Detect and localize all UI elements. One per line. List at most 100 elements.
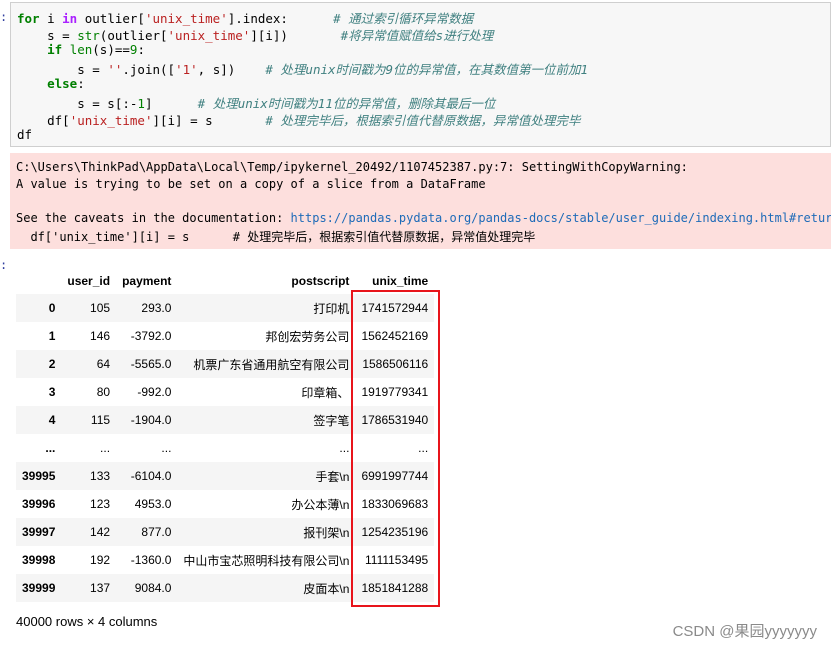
code-token: 'unix_time': [167, 28, 251, 43]
code-cell[interactable]: for i in outlier['unix_time'].index: # 通…: [10, 2, 831, 147]
code-line: if len(s)==9:: [17, 42, 145, 57]
table-cell: 邦创宏劳务公司: [265, 329, 350, 344]
code-token: .join([: [122, 62, 176, 77]
table-cell: -992.0: [137, 385, 172, 399]
warning-doc-line: See the caveats in the documentation: ht…: [16, 211, 831, 225]
table-cell: 印章箱、: [301, 385, 350, 400]
table-cell: 142: [90, 525, 111, 539]
table-cell: 133: [90, 469, 111, 483]
code-token: #将异常值赋值给s进行处理: [340, 28, 494, 43]
table-row: 39999 137 9084.0 皮面本\n 1851841288: [16, 574, 435, 602]
table-cell: 115: [90, 413, 111, 427]
table-cell: ...: [418, 441, 429, 455]
code-token: str: [77, 28, 100, 43]
warning-output: C:\Users\ThinkPad\AppData\Local\Temp/ipy…: [10, 153, 831, 249]
row-index: 1: [48, 329, 56, 343]
warning-doc-prefix: See the caveats in the documentation:: [16, 211, 291, 225]
table-cell: 877.0: [141, 525, 172, 539]
row-index: 39996: [22, 497, 56, 511]
code-token: else: [47, 76, 78, 91]
code-token: # 处理unix时间戳为11位的异常值，删除其最后一位: [197, 96, 496, 111]
table-cell: 报刊架\n: [303, 525, 350, 540]
table-cell: 1741572944: [361, 301, 429, 315]
code-token: ].index:: [227, 11, 334, 26]
index-header: [16, 268, 61, 294]
code-token: s = s[:-: [17, 96, 138, 111]
code-token: , s]): [197, 62, 266, 77]
table-row: 39997 142 877.0 报刊架\n 1254235196: [16, 518, 435, 546]
code-token: :: [137, 42, 145, 57]
table-cell: -1360.0: [130, 553, 172, 567]
code-token: # 通过索引循环异常数据: [333, 11, 474, 26]
warning-message-line: A value is trying to be set on a copy of…: [16, 177, 486, 191]
table-row: 39998 192 -1360.0 中山市宝芯照明科技有限公司\n 1111153495: [16, 546, 434, 574]
table-row: 3 80 -992.0 印章箱、 1919779341: [16, 378, 434, 406]
code-token: s =: [17, 62, 108, 77]
table-cell: 1833069683: [361, 497, 429, 511]
row-index: 39999: [22, 581, 56, 595]
column-header: payment: [122, 274, 172, 288]
table-cell: 64: [96, 357, 111, 371]
table-cell: 打印机: [313, 301, 350, 316]
dataframe-table: user_id payment postscript unix_time 0 105 29…: [16, 268, 435, 602]
table-cell: 6991997744: [361, 469, 429, 483]
row-index: 39998: [22, 553, 56, 567]
table-row: 39996 123 4953.0 办公本薄\n 1833069683: [16, 490, 434, 518]
table-row: 4 115 -1904.0 签字笔 1786531940: [16, 406, 435, 434]
table-header-row: user_id payment postscript unix_time: [16, 268, 434, 294]
code-token: len: [69, 42, 93, 57]
table-cell: 1919779341: [361, 385, 429, 399]
code-token: if: [47, 42, 63, 57]
code-token: df[: [17, 113, 70, 128]
table-row: ...............: [16, 434, 434, 462]
code-token: outlier[: [77, 11, 145, 26]
code-token: 1: [137, 96, 145, 111]
code-token: ]: [144, 96, 198, 111]
table-cell: 机票广东省通用航空有限公司: [193, 357, 350, 372]
column-header: user_id: [67, 274, 111, 288]
table-cell: 192: [90, 553, 111, 567]
warning-source-line: df['unix_time'][i] = s # 处理完毕后，根据索引值代替原数…: [16, 230, 536, 244]
code-line: df['unix_time'][i] = s # 处理完毕后，根据索引值代替原数…: [17, 110, 580, 129]
code-token: # 处理完毕后，根据索引值代替原数据，异常值处理完毕: [265, 113, 581, 128]
code-token: '1': [175, 62, 198, 77]
code-token: 'unix_time': [144, 11, 228, 26]
table-cell: 123: [90, 497, 111, 511]
table-cell: ...: [161, 441, 172, 455]
table-cell: 105: [90, 301, 111, 315]
warning-path-line: C:\Users\ThinkPad\AppData\Local\Temp/ipy…: [16, 160, 688, 174]
table-cell: 中山市宝芯照明科技有限公司\n: [183, 553, 350, 568]
row-index: 0: [48, 301, 56, 315]
code-token: # 处理unix时间戳为9位的异常值，在其数值第一位前加1: [265, 62, 589, 77]
code-token: '': [107, 62, 123, 77]
code-token: s =: [17, 28, 78, 43]
pandas-docs-link[interactable]: https://pandas.pydata.org/pandas-docs/st…: [291, 211, 831, 225]
row-index: 4: [48, 413, 56, 427]
table-cell: 办公本薄\n: [291, 497, 350, 512]
table-row: 2 64 -5565.0 机票广东省通用航空有限公司 1586506116: [16, 350, 435, 378]
row-index: 39997: [22, 525, 56, 539]
table-row: 39995 133 -6104.0 手套\n 6991997744: [16, 462, 435, 490]
table-cell: 手套\n: [315, 469, 350, 484]
row-index: ...: [45, 441, 56, 455]
column-header: unix_time: [372, 274, 429, 288]
code-token: in: [62, 11, 78, 26]
table-cell: 80: [96, 385, 111, 399]
table-cell: 1254235196: [361, 525, 429, 539]
table-row: 0 105 293.0 打印机 1741572944: [16, 294, 435, 322]
table-cell: 1111153495: [365, 553, 429, 567]
input-prompt-marker: :: [0, 10, 8, 24]
table-cell: 1786531940: [361, 413, 429, 427]
table-cell: ...: [339, 441, 350, 455]
code-token: (s)==: [92, 42, 130, 57]
code-token: ][i] = s: [152, 113, 266, 128]
table-cell: -1904.0: [130, 413, 172, 427]
table-cell: 签字笔: [313, 413, 350, 428]
table-cell: -6104.0: [130, 469, 172, 483]
table-cell: 146: [90, 329, 111, 343]
code-line: df: [17, 127, 32, 142]
column-header: postscript: [291, 274, 350, 288]
table-cell: 293.0: [141, 301, 172, 315]
